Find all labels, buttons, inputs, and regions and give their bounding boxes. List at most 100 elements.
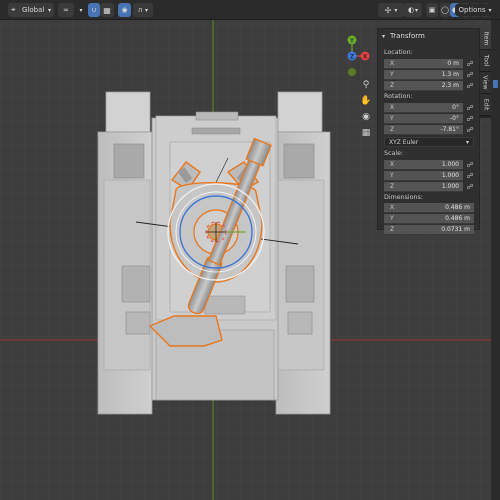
pivot-icon: ∞ xyxy=(63,6,69,14)
snap-target-button[interactable]: ▦ xyxy=(100,3,114,17)
axis-x-label: X xyxy=(390,204,395,211)
snapping-button[interactable]: ∪ xyxy=(88,3,100,17)
axis-z-label: Z xyxy=(390,226,395,233)
rotation-z-field[interactable]: Z -7.81° xyxy=(384,125,463,135)
scale-z-field[interactable]: Z 1.000 xyxy=(384,182,463,192)
gizmo-neg-y-handle xyxy=(348,68,356,76)
gizmo-z-label: Z xyxy=(350,53,354,60)
proportional-editing-button[interactable]: ◉ xyxy=(118,3,131,17)
location-y-value: 1.3 m xyxy=(441,71,459,78)
chevron-down-icon: ▾ xyxy=(79,6,83,14)
lock-icon[interactable]: ☍ xyxy=(466,82,474,90)
proportional-icon: ◉ xyxy=(121,6,128,14)
tab-view[interactable]: View xyxy=(480,72,491,94)
viewport-header: ⌖ Global ▾ ∞ ▾ ∪ ▦ ◉ ∩ ▾ ✢ ▾ ◐ ▾ ▣ ◯ ● ◐… xyxy=(0,0,500,20)
orientation-icon: ⌖ xyxy=(11,5,16,14)
chevron-down-icon: ▾ xyxy=(465,138,469,146)
chevron-down-icon: ▾ xyxy=(488,6,492,14)
scale-y-field[interactable]: Y 1.000 xyxy=(384,171,463,181)
rotation-y-value: -0° xyxy=(450,115,459,122)
snap-target-icon: ▦ xyxy=(103,5,111,15)
location-y-field[interactable]: Y 1.3 m xyxy=(384,70,463,80)
location-x-value: 0 m xyxy=(447,60,459,67)
dimensions-x-field[interactable]: X 0.486 m xyxy=(384,203,474,213)
ortho-toggle-button[interactable]: ▦ xyxy=(359,126,373,140)
axis-z-label: Z xyxy=(390,126,395,133)
magnet-icon: ∪ xyxy=(91,6,97,14)
location-label: Location: xyxy=(384,49,413,56)
pivot-point-button[interactable]: ∞ xyxy=(58,3,74,17)
tab-item[interactable]: Item xyxy=(480,28,491,50)
pan-button[interactable]: ✋ xyxy=(359,94,373,108)
dimensions-y-value: 0.486 m xyxy=(445,215,470,222)
tab-tool[interactable]: Tool xyxy=(480,50,491,72)
tab-edit[interactable]: Edit xyxy=(480,94,491,116)
rotation-label: Rotation: xyxy=(384,93,413,100)
location-x-field[interactable]: X 0 m xyxy=(384,59,463,69)
lock-icon[interactable]: ☍ xyxy=(466,161,474,169)
strip-marker xyxy=(493,80,498,88)
transform-orientation-dropdown[interactable]: ⌖ Global ▾ xyxy=(8,3,54,17)
chevron-down-icon: ▾ xyxy=(145,6,149,14)
zoom-button[interactable]: ⚲ xyxy=(359,78,373,92)
lock-icon[interactable]: ☍ xyxy=(466,126,474,134)
scale-x-value: 1.000 xyxy=(441,161,459,168)
options-button[interactable]: Options ▾ xyxy=(455,4,495,16)
dimensions-z-value: 0.0731 m xyxy=(441,226,470,233)
rotation-z-value: -7.81° xyxy=(440,126,459,133)
axis-x-label: X xyxy=(390,161,395,168)
axis-z-label: Z xyxy=(390,183,395,190)
snap-toggle-button[interactable]: ▾ xyxy=(76,3,86,17)
tab-item-label: Item xyxy=(482,31,490,46)
lock-icon[interactable]: ☍ xyxy=(466,71,474,79)
falloff-button[interactable]: ∩ ▾ xyxy=(133,3,153,17)
lock-icon[interactable]: ☍ xyxy=(466,172,474,180)
falloff-icon: ∩ xyxy=(137,6,144,14)
lock-icon[interactable]: ☍ xyxy=(466,183,474,191)
xray-icon: ▣ xyxy=(428,6,436,14)
tab-edit-label: Edit xyxy=(482,98,489,111)
camera-icon: ◉ xyxy=(362,112,370,122)
gizmo-icon: ✢ xyxy=(384,5,392,15)
sidebar-panel: ▾ Transform Location: X 0 m ☍ Y 1.3 m ☍ … xyxy=(377,28,481,235)
location-z-value: 2.3 m xyxy=(441,82,459,89)
chevron-down-icon: ▾ xyxy=(394,6,398,14)
lock-icon[interactable]: ☍ xyxy=(466,115,474,123)
hand-icon: ✋ xyxy=(360,96,372,106)
rotation-x-value: 0° xyxy=(452,104,459,111)
collapse-arrow-icon: ▾ xyxy=(382,32,386,40)
location-z-field[interactable]: Z 2.3 m xyxy=(384,81,463,91)
axis-x-label: X xyxy=(390,60,395,67)
axis-y-label: Y xyxy=(390,172,394,179)
xray-button[interactable]: ▣ xyxy=(426,3,438,17)
rotation-x-field[interactable]: X 0° xyxy=(384,103,463,113)
viewport-gizmos-button[interactable]: ✢ ▾ xyxy=(378,3,404,17)
search-icon: ⚲ xyxy=(362,80,370,90)
rotation-y-field[interactable]: Y -0° xyxy=(384,114,463,124)
axis-y-label: Y xyxy=(390,115,394,122)
camera-view-button[interactable]: ◉ xyxy=(359,110,373,124)
lock-icon[interactable]: ☍ xyxy=(466,60,474,68)
dimensions-label: Dimensions: xyxy=(384,194,423,201)
sidebar-tabs: Item Tool View Edit xyxy=(480,28,491,118)
transform-section-header[interactable]: ▾ Transform xyxy=(378,29,481,43)
grid-icon: ▦ xyxy=(361,128,371,138)
scale-x-field[interactable]: X 1.000 xyxy=(384,160,463,170)
scale-z-value: 1.000 xyxy=(441,183,459,190)
dimensions-z-field[interactable]: Z 0.0731 m xyxy=(384,225,474,235)
overlays-button[interactable]: ◐ ▾ xyxy=(404,3,422,17)
scale-y-value: 1.000 xyxy=(441,172,459,179)
scale-label: Scale: xyxy=(384,150,404,157)
transform-section-title: Transform xyxy=(390,32,425,40)
tab-view-label: View xyxy=(482,75,489,90)
orientation-label: Global xyxy=(22,6,45,14)
rotation-mode-value: XYZ Euler xyxy=(389,138,419,146)
lock-icon[interactable]: ☍ xyxy=(466,104,474,112)
chevron-down-icon: ▾ xyxy=(415,6,419,14)
axis-y-label: Y xyxy=(390,71,394,78)
dimensions-y-field[interactable]: Y 0.486 m xyxy=(384,214,474,224)
overlays-icon: ◐ xyxy=(407,6,415,14)
right-edge-strip xyxy=(491,20,500,500)
rotation-mode-dropdown[interactable]: XYZ Euler ▾ xyxy=(384,137,474,147)
axis-x-label: X xyxy=(390,104,395,111)
